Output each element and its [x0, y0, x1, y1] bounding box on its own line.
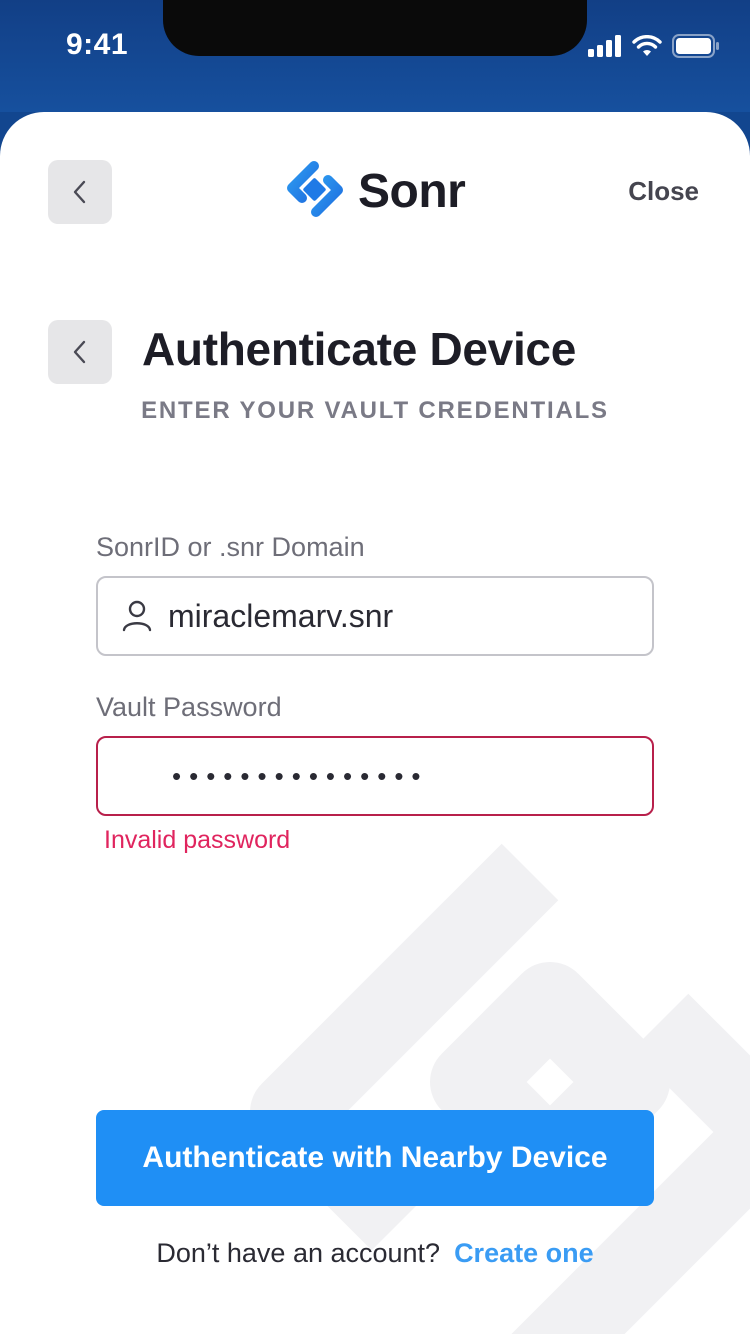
- status-icons: [588, 34, 720, 58]
- sonrid-input[interactable]: miraclemarv.snr: [96, 576, 654, 656]
- sonr-logo-icon: [287, 161, 343, 217]
- page-subtitle: ENTER YOUR VAULT CREDENTIALS: [141, 397, 609, 424]
- title-back-button[interactable]: [48, 320, 112, 384]
- password-error-message: Invalid password: [104, 826, 291, 854]
- signup-prompt: Don’t have an account? Create one: [0, 1238, 750, 1269]
- authenticate-nearby-device-button[interactable]: Authenticate with Nearby Device: [96, 1110, 654, 1206]
- chevron-left-icon: [73, 180, 86, 204]
- create-account-link[interactable]: Create one: [454, 1238, 594, 1268]
- auth-sheet: Sonr Close Authenticate Device ENTER YOU…: [0, 112, 750, 1334]
- chevron-left-icon: [73, 340, 86, 364]
- brand-name: Sonr: [358, 164, 466, 218]
- sonrid-label: SonrID or .snr Domain: [96, 532, 365, 562]
- user-icon: [122, 600, 152, 632]
- sonrid-value: miraclemarv.snr: [168, 597, 394, 634]
- battery-icon: [672, 34, 719, 58]
- status-time: 9:41: [66, 28, 129, 61]
- sonr-brand: Sonr: [284, 160, 466, 222]
- header-back-button[interactable]: [48, 160, 112, 224]
- device-notch: [163, 0, 587, 56]
- page-title: Authenticate Device: [142, 323, 576, 375]
- password-input[interactable]: •••••••••••••••: [96, 736, 654, 816]
- status-bar: 9:41: [0, 0, 750, 112]
- cellular-signal-icon: [588, 35, 621, 57]
- wifi-icon: [632, 35, 662, 56]
- password-label: Vault Password: [96, 692, 282, 722]
- close-button[interactable]: Close: [628, 176, 699, 207]
- password-masked-value: •••••••••••••••: [172, 760, 429, 791]
- signup-prompt-text: Don’t have an account?: [156, 1238, 441, 1268]
